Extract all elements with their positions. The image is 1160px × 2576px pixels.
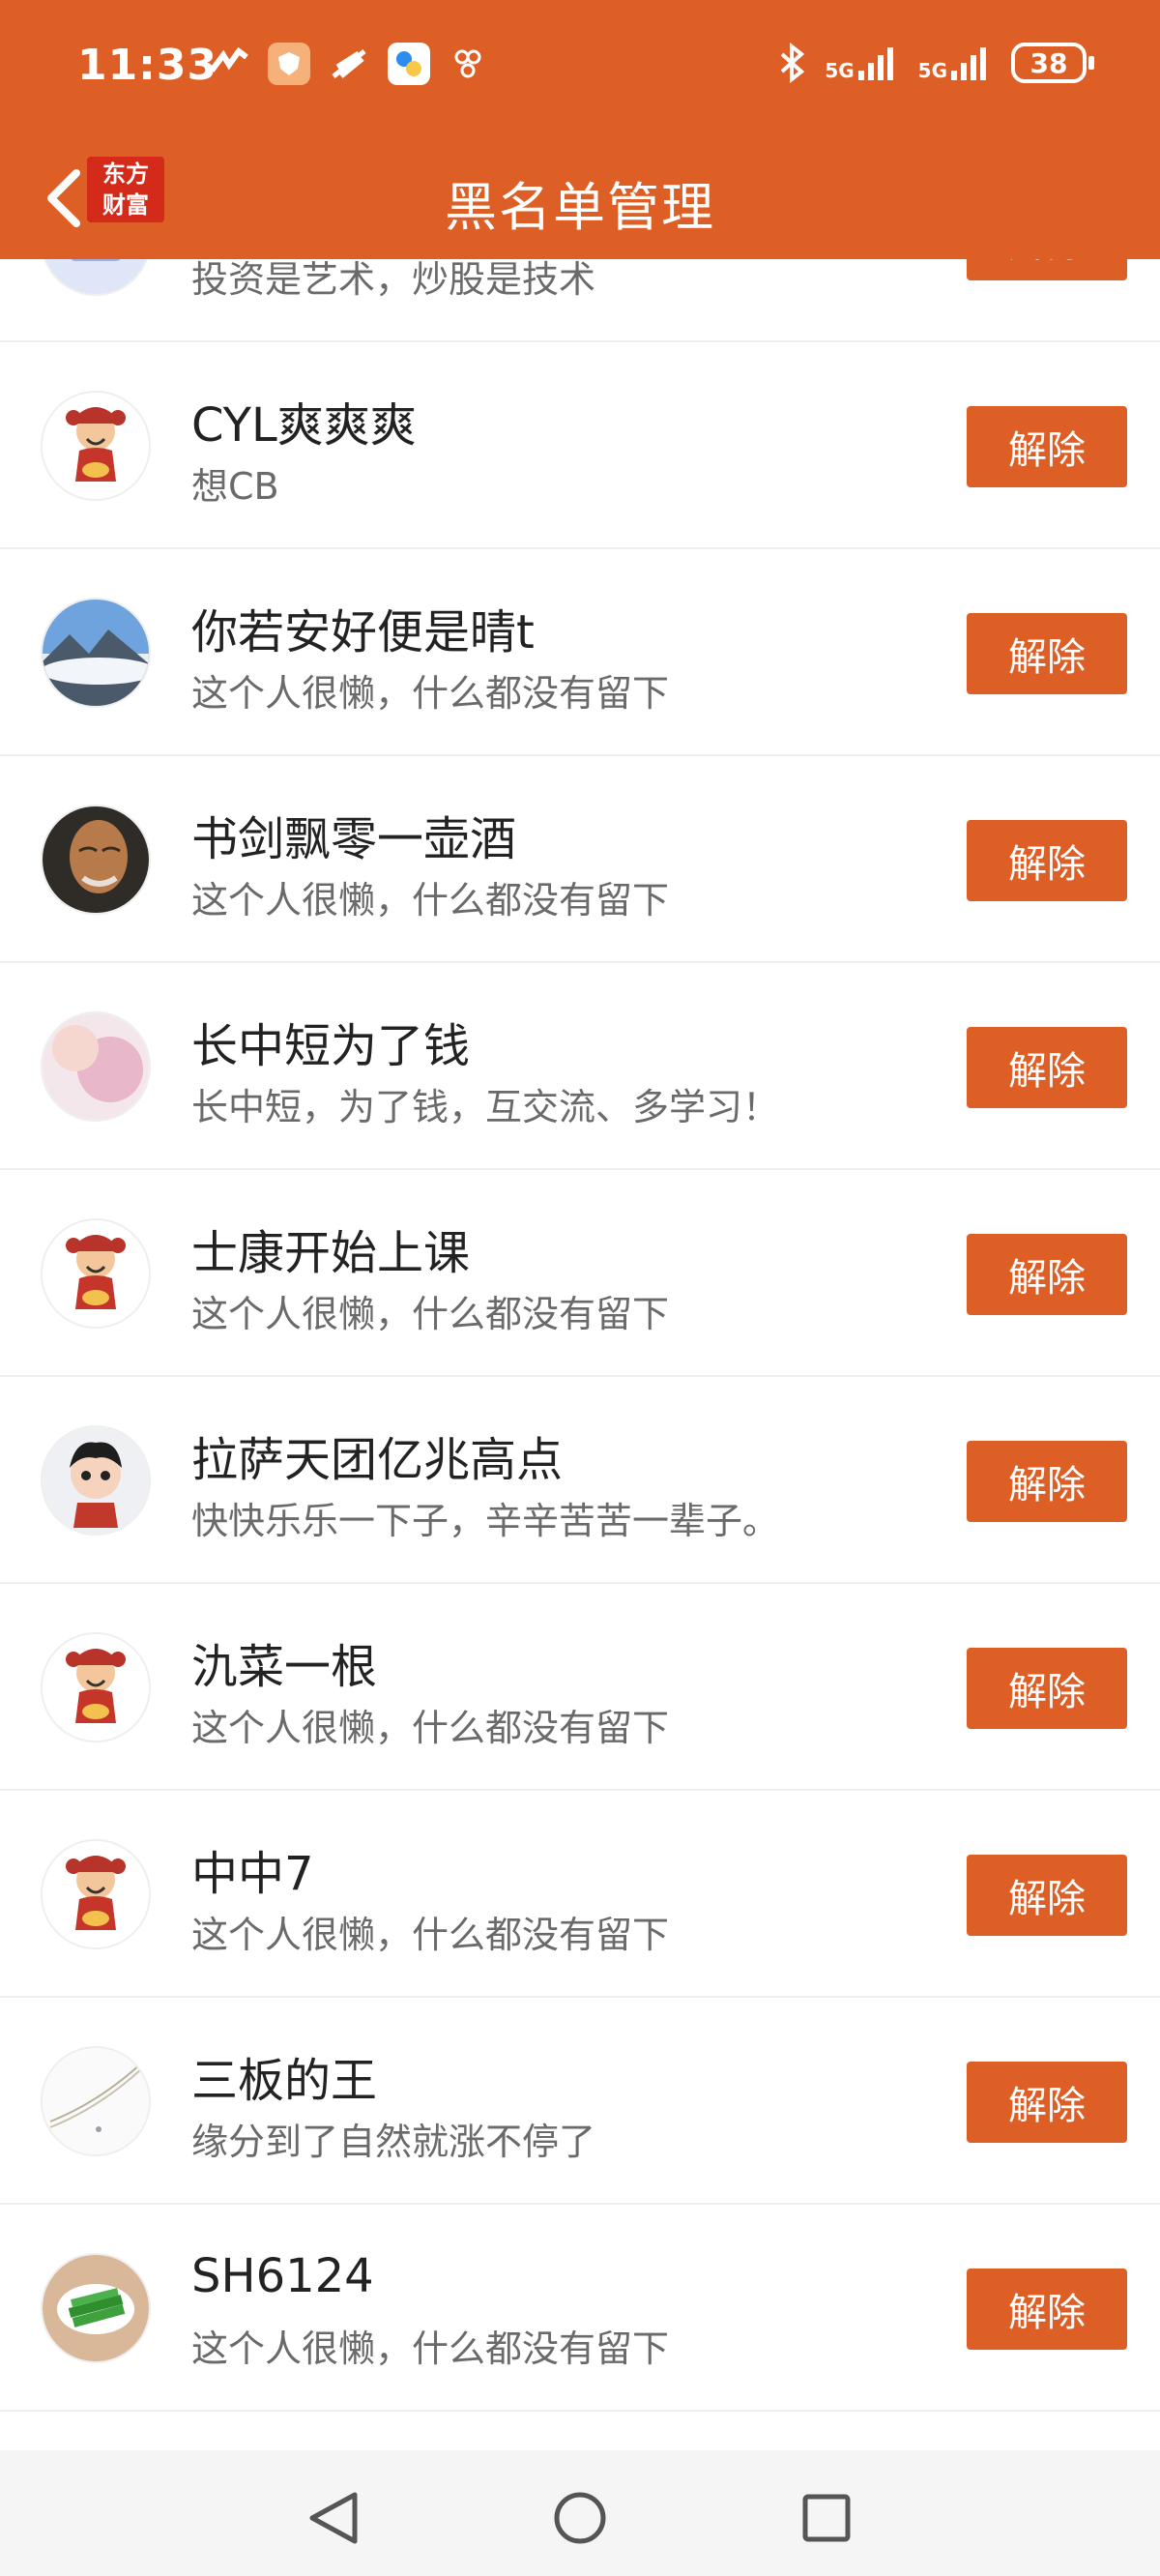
square-recents-icon [802, 2494, 851, 2542]
avatar[interactable] [41, 598, 151, 708]
remove-button[interactable]: 解除 [967, 406, 1127, 487]
colorful-app-icon [388, 43, 430, 85]
user-description: 缘分到了自然就涨不停了 [191, 2121, 596, 2163]
title-bar: 东方 财富 黑名单管理 [0, 145, 1160, 259]
avatar[interactable] [41, 391, 151, 501]
list-item[interactable]: 三板的王 缘分到了自然就涨不停了 解除 [0, 1998, 1160, 2205]
circle-home-icon [554, 2492, 606, 2544]
avatar[interactable] [41, 1839, 151, 1949]
signal-5g-2-icon: 5G [918, 44, 994, 82]
list-item[interactable]: SH6124 这个人很懒，什么都没有留下 解除 [0, 2205, 1160, 2412]
avatar[interactable] [41, 1011, 151, 1122]
remove-button[interactable]: 解除 [967, 820, 1127, 901]
list-item[interactable]: 书剑飘零一壶酒 这个人很懒，什么都没有留下 解除 [0, 756, 1160, 963]
avatar[interactable] [41, 1425, 151, 1536]
nav-home-button[interactable] [541, 2479, 619, 2557]
user-name: 中中7 [191, 1847, 314, 1901]
nav-back-button[interactable] [295, 2479, 372, 2557]
battery-indicator: 38 [1011, 43, 1094, 83]
fortune-god-icon [43, 1634, 149, 1741]
leaf-app-icon [328, 43, 370, 85]
page-title: 黑名单管理 [445, 177, 715, 238]
nav-recents-button[interactable] [788, 2479, 865, 2557]
user-name: 长中短为了钱 [191, 1019, 471, 1073]
status-bar: 11:33 5G 5G 38 [0, 0, 1160, 145]
app-notification-icon [208, 43, 250, 85]
user-description: 这个人很懒，什么都没有留下 [191, 1914, 670, 1956]
user-name: 拉萨天团亿兆高点 [191, 1433, 564, 1487]
list-item[interactable]: 长中短为了钱 长中短，为了钱，互交流、多学习！ 解除 [0, 963, 1160, 1170]
user-description: 想CB [191, 465, 279, 508]
remove-button[interactable]: 解除 [967, 1441, 1127, 1522]
system-navigation-bar [0, 2450, 1160, 2576]
system-icons: 5G 5G 38 [778, 43, 1094, 83]
mountain-landscape-icon [43, 600, 149, 706]
user-description: 长中短，为了钱，互交流、多学习！ [191, 1086, 780, 1128]
list-item[interactable]: 拉萨天团亿兆高点 快快乐乐一下子，辛辛苦苦一辈子。 解除 [0, 1377, 1160, 1584]
remove-button[interactable]: 解除 [967, 1027, 1127, 1108]
avatar[interactable] [41, 2253, 151, 2363]
avatar[interactable] [41, 2046, 151, 2156]
list-item[interactable]: 中中7 这个人很懒，什么都没有留下 解除 [0, 1791, 1160, 1998]
user-name: 书剑飘零一壶酒 [191, 812, 517, 866]
avatar[interactable] [41, 1218, 151, 1329]
bluetooth-icon [780, 43, 805, 83]
remove-button[interactable]: 解除 [967, 2269, 1127, 2350]
pink-portrait-icon [43, 1013, 149, 1120]
avatar[interactable] [41, 805, 151, 915]
user-name: 三板的王 [191, 2054, 378, 2108]
green-vegetables-icon [43, 2255, 149, 2361]
blacklist: 投资是艺术，炒股是技术 解除 CYL爽爽爽 想CB 解除 你若安好便是晴t 这个… [0, 186, 1160, 2412]
signal-5g-1-icon: 5G [825, 44, 900, 82]
list-item[interactable]: CYL爽爽爽 想CB 解除 [0, 342, 1160, 549]
user-name: 氿菜一根 [191, 1640, 378, 1694]
user-description: 这个人很懒，什么都没有留下 [191, 672, 670, 715]
user-description: 这个人很懒，什么都没有留下 [191, 1707, 670, 1749]
list-item[interactable]: 你若安好便是晴t 这个人很懒，什么都没有留下 解除 [0, 549, 1160, 756]
user-name: 士康开始上课 [191, 1226, 471, 1280]
user-description: 这个人很懒，什么都没有留下 [191, 879, 670, 922]
bubbles-app-icon [448, 43, 490, 85]
app-header: 11:33 5G 5G 38 东方 财富 黑名单管理 [0, 0, 1160, 259]
cartoon-boy-icon [43, 1427, 149, 1534]
user-description: 这个人很懒，什么都没有留下 [191, 1293, 670, 1335]
fortune-god-icon [43, 1841, 149, 1947]
user-description: 快快乐乐一下子，辛辛苦苦一辈子。 [191, 1500, 780, 1542]
user-description: 这个人很懒，什么都没有留下 [191, 2327, 670, 2370]
avatar[interactable] [41, 1632, 151, 1742]
triangle-back-icon [309, 2492, 358, 2544]
status-time: 11:33 [77, 41, 218, 90]
user-name: 你若安好便是晴t [191, 605, 535, 659]
sketch-lines-icon [43, 2048, 149, 2154]
remove-button[interactable]: 解除 [967, 1855, 1127, 1936]
old-man-portrait-icon [43, 806, 149, 913]
remove-button[interactable]: 解除 [967, 2062, 1127, 2143]
user-name: SH6124 [191, 2249, 374, 2303]
notification-icons [208, 43, 490, 85]
shield-app-icon [268, 43, 310, 85]
fortune-god-icon [43, 1220, 149, 1327]
user-name: CYL爽爽爽 [191, 398, 417, 453]
fortune-god-icon [43, 393, 149, 499]
list-item[interactable]: 氿菜一根 这个人很懒，什么都没有留下 解除 [0, 1584, 1160, 1791]
remove-button[interactable]: 解除 [967, 613, 1127, 694]
remove-button[interactable]: 解除 [967, 1648, 1127, 1729]
remove-button[interactable]: 解除 [967, 1234, 1127, 1315]
list-item[interactable]: 士康开始上课 这个人很懒，什么都没有留下 解除 [0, 1170, 1160, 1377]
